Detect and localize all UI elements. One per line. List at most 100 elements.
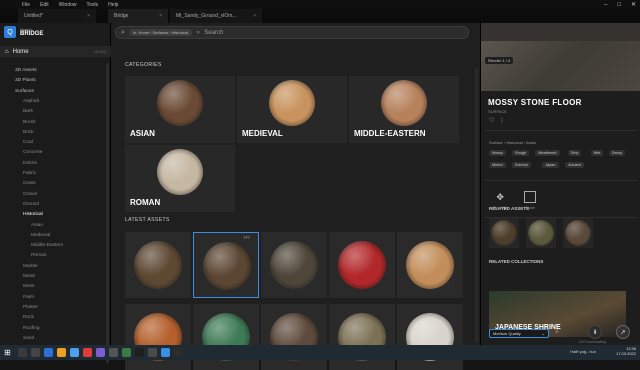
menu-window[interactable]: Window — [59, 2, 77, 8]
tab-close-icon[interactable]: × — [87, 13, 90, 19]
sidebar-item[interactable]: Roman — [31, 253, 46, 258]
asset-card[interactable] — [261, 232, 327, 298]
search-scope-chip[interactable]: In: Home / Surfaces / Historical — [128, 29, 193, 36]
tag-chip[interactable]: Ancient — [565, 162, 584, 168]
sidebar-item[interactable]: 3D Assets — [15, 68, 37, 73]
menu-bar: File Edit Window Tools Help — [0, 0, 640, 9]
favorite-heart-icon[interactable]: ♡ — [489, 117, 494, 124]
search-input[interactable]: Search — [204, 30, 223, 36]
sidebar-item[interactable]: Roofing — [23, 326, 40, 331]
sidebar-item[interactable]: Marble — [23, 264, 38, 269]
menu-file[interactable]: File — [22, 2, 30, 8]
tag-chip[interactable]: Exterior — [512, 162, 532, 168]
sidebar-scrollbar[interactable] — [106, 63, 109, 363]
category-card[interactable]: ROMAN — [125, 145, 235, 212]
asset-card[interactable]: FFT — [193, 232, 259, 298]
tag-chip[interactable]: Japan — [542, 162, 559, 168]
asset-card[interactable] — [125, 232, 191, 298]
sidebar-item[interactable]: Ground — [23, 202, 39, 207]
sidebar-item[interactable]: Asphalt — [23, 99, 39, 104]
sidebar-item[interactable]: Brick — [23, 130, 34, 135]
tag-chip[interactable]: Damp — [608, 150, 625, 156]
taskbar-app-icon[interactable] — [70, 348, 79, 357]
download-button[interactable]: ⬇ — [588, 325, 602, 339]
asset-card[interactable] — [125, 304, 191, 370]
sidebar-item[interactable]: Grass — [23, 181, 36, 186]
sidebar-item[interactable]: Concrete — [23, 150, 42, 155]
asset-card[interactable] — [261, 304, 327, 370]
clear-scope-icon[interactable]: ✕ — [196, 30, 200, 36]
render-counter[interactable]: Render 1 / 4 — [485, 57, 514, 64]
asset-preview[interactable] — [481, 41, 640, 91]
sidebar-item[interactable]: Medieval — [31, 233, 50, 238]
related-asset-thumb[interactable] — [563, 218, 593, 248]
tag-chip[interactable]: Weathered — [535, 150, 560, 156]
taskbar-app-icon[interactable] — [44, 348, 53, 357]
system-tray[interactable]: Hafif yağ...hun 13:36 17.03.2022 — [570, 346, 636, 356]
sidebar-item[interactable]: Gravel — [23, 192, 37, 197]
tag-chip[interactable]: Mossy — [489, 150, 506, 156]
asset-card[interactable] — [329, 232, 395, 298]
taskbar-app-icon[interactable] — [18, 348, 27, 357]
related-asset-thumb[interactable] — [489, 218, 519, 248]
asset-breadcrumb[interactable]: Surface › Historical › Asian — [489, 140, 536, 145]
tag-chip[interactable]: Wet — [590, 150, 604, 156]
tag-chip[interactable]: Rough — [512, 150, 530, 156]
tab-untitled[interactable]: Untitled* × — [18, 9, 96, 23]
sidebar-item-home[interactable]: ⌂ Home 15,833 — [0, 46, 111, 57]
tag-chip[interactable]: Muted — [489, 162, 506, 168]
main-scrollbar[interactable] — [475, 68, 478, 343]
sidebar-item[interactable]: Fabric — [23, 171, 36, 176]
sidebar-item[interactable]: Asian — [31, 223, 43, 228]
taskbar-app-icon[interactable] — [57, 348, 66, 357]
asset-card[interactable] — [397, 304, 463, 370]
sidebar-item[interactable]: Sand — [23, 336, 34, 341]
taskbar-app-icon[interactable] — [174, 348, 183, 357]
tab-close-icon[interactable]: × — [253, 13, 256, 19]
taskbar-app-icon[interactable] — [135, 348, 144, 357]
sidebar-item[interactable]: Bark — [23, 109, 33, 114]
taskbar-app-icon[interactable] — [31, 348, 40, 357]
category-card[interactable]: ASIAN — [125, 76, 235, 143]
search-bar[interactable]: ⌕ In: Home / Surfaces / Historical ✕ Sea… — [115, 26, 469, 39]
taskbar-app-icon[interactable] — [83, 348, 92, 357]
taskbar-app-icon[interactable] — [96, 348, 105, 357]
taskbar-app-icon[interactable] — [161, 348, 170, 357]
tab-bridge[interactable]: Bridge × — [108, 9, 168, 23]
menu-tools[interactable]: Tools — [86, 2, 98, 8]
tab-close-icon[interactable]: × — [159, 13, 162, 19]
sidebar-item[interactable]: Paint — [23, 295, 34, 300]
asset-card[interactable] — [329, 304, 395, 370]
sidebar-item[interactable]: Middle-Eastern — [31, 243, 63, 248]
related-asset-thumb[interactable] — [526, 218, 556, 248]
sidebar-item[interactable]: Coal — [23, 140, 33, 145]
windows-start-icon[interactable]: ⊞ — [4, 348, 11, 357]
export-button[interactable]: ↗ — [616, 325, 630, 339]
sidebar-item[interactable]: Moss — [23, 284, 34, 289]
category-card[interactable]: MEDIEVAL — [237, 76, 347, 143]
taskbar-app-icon[interactable] — [148, 348, 157, 357]
sidebar-item[interactable]: 3D Plants — [15, 78, 36, 83]
tab-material[interactable]: Mt_Sandy_Ground_vlOm... × — [170, 9, 262, 23]
sidebar-item[interactable]: Brush — [23, 120, 36, 125]
taskbar-app-icon[interactable] — [122, 348, 131, 357]
category-card[interactable]: MIDDLE-EASTERN — [349, 76, 459, 143]
tag-chip[interactable]: Dirty — [567, 150, 582, 156]
list-icon[interactable]: ≡ — [555, 329, 559, 335]
sidebar-item[interactable]: Surfaces — [15, 89, 34, 94]
sidebar-item[interactable]: Historical — [23, 212, 43, 217]
maximize-icon[interactable]: □ — [617, 2, 621, 8]
more-options-icon[interactable]: ⋮ — [499, 117, 505, 124]
sidebar-item[interactable]: Plaster — [23, 305, 38, 310]
close-icon[interactable]: ✕ — [631, 1, 636, 8]
minimize-icon[interactable]: – — [604, 2, 607, 8]
sidebar-item[interactable]: Rock — [23, 315, 34, 320]
quality-select[interactable]: Medium Quality ⌄ — [489, 329, 549, 338]
taskbar-app-icon[interactable] — [109, 348, 118, 357]
sidebar-item[interactable]: Debris — [23, 161, 37, 166]
sidebar-item[interactable]: Metal — [23, 274, 35, 279]
menu-help[interactable]: Help — [108, 2, 118, 8]
asset-card[interactable] — [193, 304, 259, 370]
asset-card[interactable] — [397, 232, 463, 298]
menu-edit[interactable]: Edit — [40, 2, 49, 8]
